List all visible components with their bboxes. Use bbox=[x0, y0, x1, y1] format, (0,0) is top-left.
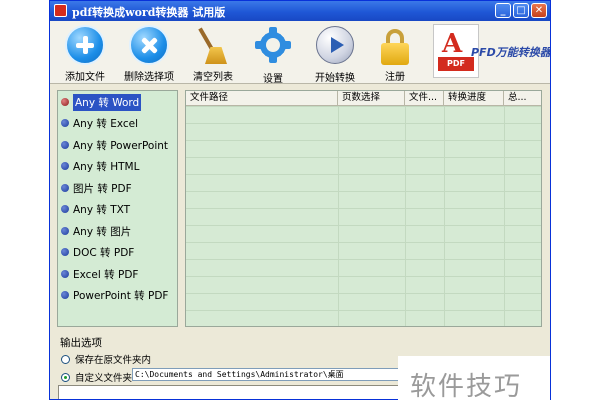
mode-item-any-to-image[interactable]: Any 转 图片 bbox=[61, 222, 131, 240]
title-bar[interactable]: pdf转换成word转换器 试用版 _ □ ✕ bbox=[50, 1, 550, 21]
watermark-text: 软件技巧 bbox=[410, 372, 523, 402]
mode-label: Any 转 TXT bbox=[73, 203, 131, 216]
mode-label: DOC 转 PDF bbox=[73, 246, 135, 259]
delete-selected-button[interactable]: 删除选择项 bbox=[117, 25, 181, 83]
bullet-icon bbox=[61, 248, 69, 256]
custom-folder-option[interactable]: 自定义文件夹 bbox=[61, 370, 132, 384]
mode-label: Excel 转 PDF bbox=[73, 268, 139, 281]
save-in-original-folder-label: 保存在原文件夹内 bbox=[75, 355, 152, 366]
start-convert-label: 开始转换 bbox=[315, 73, 355, 84]
mode-label: Any 转 Word bbox=[73, 93, 142, 111]
mode-label: Any 转 Excel bbox=[73, 117, 139, 130]
mode-item-excel-to-pdf[interactable]: Excel 转 PDF bbox=[61, 265, 138, 283]
mode-label: Any 转 PowerPoint bbox=[73, 139, 169, 152]
add-file-label: 添加文件 bbox=[65, 72, 105, 83]
output-options-title: 输出选项 bbox=[60, 337, 102, 349]
custom-folder-path-input[interactable]: C:\Documents and Settings\Administrator\… bbox=[132, 368, 407, 381]
custom-folder-label: 自定义文件夹 bbox=[75, 373, 133, 384]
column-header-progress[interactable]: 转换进度 bbox=[444, 91, 504, 105]
mode-label: 图片 转 PDF bbox=[73, 182, 132, 195]
app-icon bbox=[54, 4, 67, 17]
column-divider bbox=[338, 106, 339, 326]
settings-label: 设置 bbox=[263, 74, 283, 85]
register-label: 注册 bbox=[385, 72, 405, 83]
mode-item-doc-to-pdf[interactable]: DOC 转 PDF bbox=[61, 243, 134, 261]
clear-list-button[interactable]: 清空列表 bbox=[181, 25, 245, 83]
column-divider bbox=[405, 106, 406, 326]
bullet-icon bbox=[61, 162, 69, 170]
mode-item-any-to-word[interactable]: Any 转 Word bbox=[61, 93, 142, 111]
delete-selected-label: 删除选择项 bbox=[124, 72, 174, 83]
lock-icon bbox=[375, 25, 415, 65]
clear-list-label: 清空列表 bbox=[193, 72, 233, 83]
column-header-page-select[interactable]: 页数选择 bbox=[338, 91, 405, 105]
mode-item-any-to-html[interactable]: Any 转 HTML bbox=[61, 157, 139, 175]
table-body bbox=[186, 106, 541, 326]
bullet-icon bbox=[61, 227, 69, 235]
bullet-icon bbox=[61, 141, 69, 149]
conversion-mode-list: Any 转 Word Any 转 Excel Any 转 PowerPoint … bbox=[57, 90, 178, 327]
column-header-total[interactable]: 总... bbox=[504, 91, 541, 105]
column-header-file[interactable]: 文件... bbox=[405, 91, 444, 105]
file-table[interactable]: 文件路径 页数选择 文件... 转换进度 总... bbox=[185, 90, 542, 327]
mode-item-image-to-pdf[interactable]: 图片 转 PDF bbox=[61, 179, 132, 197]
radio-button[interactable] bbox=[61, 354, 70, 364]
mode-item-any-to-powerpoint[interactable]: Any 转 PowerPoint bbox=[61, 136, 168, 154]
pdf-logo-glyph: A bbox=[442, 29, 463, 59]
gear-icon bbox=[253, 27, 293, 67]
add-file-button[interactable]: 添加文件 bbox=[53, 25, 117, 83]
pdf-logo-tag: PDF bbox=[438, 57, 474, 71]
column-divider bbox=[444, 106, 445, 326]
bullet-icon bbox=[61, 98, 69, 106]
broom-icon bbox=[193, 25, 233, 65]
mode-item-any-to-txt[interactable]: Any 转 TXT bbox=[61, 200, 130, 218]
app-window: pdf转换成word转换器 试用版 _ □ ✕ 添加文件 删除选择项 清空列表 bbox=[49, 0, 551, 400]
play-icon bbox=[315, 26, 355, 66]
mode-label: PowerPoint 转 PDF bbox=[73, 289, 169, 302]
mode-label: Any 转 HTML bbox=[73, 160, 140, 173]
window-title: pdf转换成word转换器 试用版 bbox=[72, 6, 226, 19]
start-convert-button[interactable]: 开始转换 bbox=[303, 25, 367, 84]
settings-button[interactable]: 设置 bbox=[241, 25, 305, 85]
bullet-icon bbox=[61, 119, 69, 127]
window-controls: _ □ ✕ bbox=[495, 3, 547, 18]
mode-item-powerpoint-to-pdf[interactable]: PowerPoint 转 PDF bbox=[61, 286, 168, 304]
toolbar: 添加文件 删除选择项 清空列表 设置 开始转换 注册 A PDF PFD万能转换… bbox=[50, 21, 551, 85]
brand-name: PFD万能转换器 bbox=[471, 46, 551, 59]
bullet-icon bbox=[61, 270, 69, 278]
minimize-button[interactable]: _ bbox=[495, 3, 511, 18]
radio-button-selected[interactable] bbox=[61, 372, 70, 382]
table-header: 文件路径 页数选择 文件... 转换进度 总... bbox=[186, 91, 541, 106]
column-header-file-path[interactable]: 文件路径 bbox=[186, 91, 338, 105]
mode-item-any-to-excel[interactable]: Any 转 Excel bbox=[61, 114, 138, 132]
bullet-icon bbox=[61, 291, 69, 299]
close-button[interactable]: ✕ bbox=[531, 3, 547, 18]
bullet-icon bbox=[61, 205, 69, 213]
mode-label: Any 转 图片 bbox=[73, 225, 132, 238]
column-divider bbox=[504, 106, 505, 326]
add-icon bbox=[65, 25, 105, 65]
save-in-original-folder-option[interactable]: 保存在原文件夹内 bbox=[61, 352, 151, 366]
maximize-button[interactable]: □ bbox=[513, 3, 529, 18]
register-button[interactable]: 注册 bbox=[363, 25, 427, 83]
delete-icon bbox=[129, 25, 169, 65]
bullet-icon bbox=[61, 184, 69, 192]
